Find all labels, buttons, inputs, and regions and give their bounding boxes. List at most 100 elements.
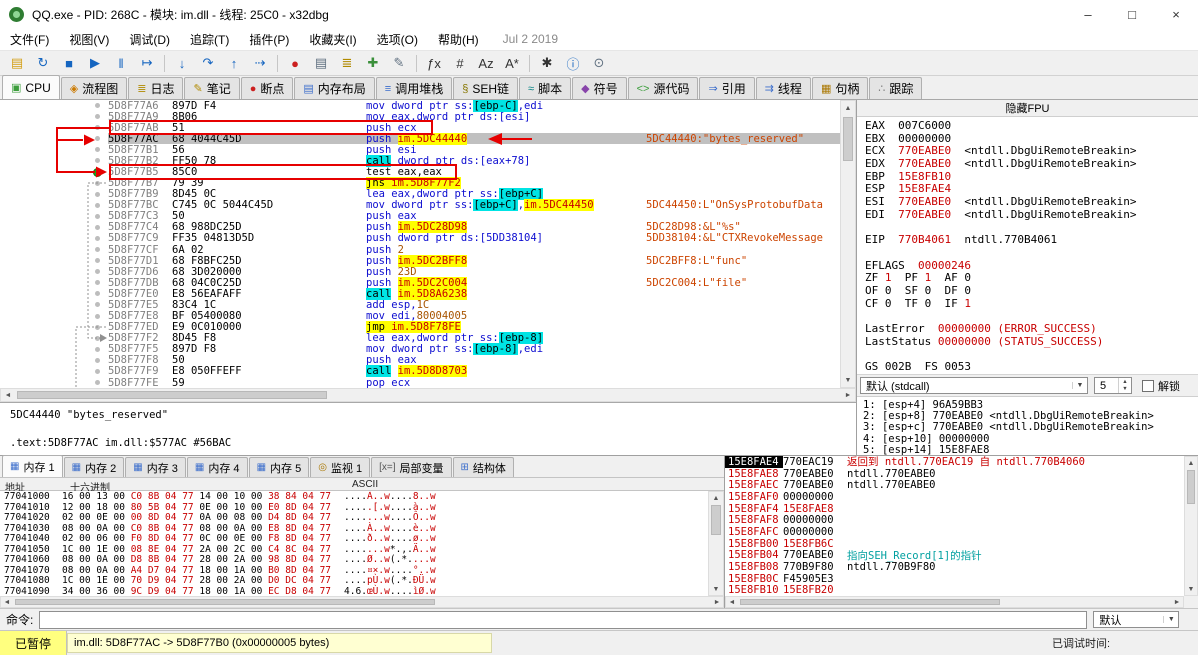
memory-dump-view[interactable]: 77041000 16 00 13 00 C0 8B 04 77 14 00 10… [0, 491, 708, 596]
gutter-dot[interactable] [95, 269, 100, 275]
run-icon[interactable]: ▶ [83, 52, 107, 74]
disasm-row[interactable]: 5D8F77B2 FF50 78 call dword ptr ds:[eax+78… [0, 154, 840, 167]
gutter-dot[interactable] [95, 191, 100, 197]
stack-row[interactable]: 15E8FAF0 00000000 [725, 491, 1184, 503]
step-out-icon[interactable]: ↑ [222, 52, 246, 74]
arg-count-stepper[interactable]: 5 ▲ ▼ [1094, 377, 1132, 394]
gutter-dot[interactable] [95, 202, 100, 208]
clock-icon[interactable]: ⊙ [587, 52, 611, 74]
command-profile-select[interactable]: 默认 ▼ [1093, 611, 1180, 628]
dump-row[interactable]: 77041040 02 00 06 00 F0 8D 04 77 0C 00 0E… [0, 533, 708, 544]
dump-row[interactable]: 77041080 1C 00 1E 00 70 D9 04 77 28 00 2A… [0, 575, 708, 586]
disasm-row[interactable]: 5D8F77BC C745 0C 5044C45D mov dword ptr ss… [0, 199, 840, 212]
register-line[interactable]: EBX 00000000 [865, 132, 1198, 145]
hide-fpu-button[interactable]: 隐藏FPU [857, 100, 1198, 117]
breakpoint-gutter[interactable] [0, 200, 108, 211]
gutter-dot[interactable] [95, 147, 100, 153]
breakpoint-gutter[interactable] [0, 100, 108, 111]
comment-icon[interactable]: ✎ [387, 52, 411, 74]
breakpoint-gutter[interactable] [0, 189, 108, 200]
disasm-row[interactable]: 5D8F77C4 68 988DC25D push im.5DC28D98 5DC28… [0, 221, 840, 234]
gutter-dot[interactable] [95, 346, 100, 352]
breakpoint-gutter[interactable] [0, 355, 108, 366]
register-line[interactable]: EIP 770B4061 ntdll.770B4061 [865, 233, 1198, 246]
dump-row[interactable]: 77041010 12 00 18 00 80 5B 04 77 0E 00 10… [0, 502, 708, 513]
register-line[interactable]: ESI 770EABE0 <ntdll.DbgUiRemoteBreakin> [865, 195, 1198, 208]
disasm-row[interactable]: 5D8F77A9 8B06 mov eax,dword ptr ds:[esi] [0, 111, 840, 123]
breakpoint-gutter[interactable] [0, 144, 108, 155]
disasm-row[interactable]: 5D8F77D1 68 F8BFC25D push im.5DC2BFF8 5DC2B… [0, 254, 840, 267]
register-line[interactable]: EDX 770EABE0 <ntdll.DbgUiRemoteBreakin> [865, 157, 1198, 170]
stack-row[interactable]: 15E8FAFC 00000000 [725, 526, 1184, 538]
log-icon[interactable]: ≣ [335, 52, 359, 74]
dump-row[interactable]: 77041020 02 00 0E 00 00 8D 04 77 0A 00 08… [0, 512, 708, 523]
gutter-dot[interactable] [95, 313, 100, 319]
gutter-dot[interactable] [95, 357, 100, 363]
disasm-vscrollbar[interactable]: ▲ ▼ [840, 100, 856, 388]
disasm-row[interactable]: 5D8F77B1 56 push esi [0, 144, 840, 156]
scroll-down-icon[interactable]: ▼ [841, 373, 855, 387]
disasm-row[interactable]: 5D8F77DB 68 04C0C25D push im.5DC2C004 5DC2C… [0, 276, 840, 289]
gutter-dot[interactable] [95, 280, 100, 286]
disasm-row[interactable]: 5D8F77AC 68 4044C45D push im.5DC44440 5DC44… [0, 132, 840, 145]
register-line[interactable]: ECX 770EABE0 <ntdll.DbgUiRemoteBreakin> [865, 144, 1198, 157]
scroll-left-icon[interactable]: ◄ [1, 389, 15, 401]
disasm-row[interactable]: 5D8F77C3 50 push eax [0, 210, 840, 222]
scroll-up-icon[interactable]: ▲ [1185, 457, 1197, 469]
dump-row[interactable]: 77041090 34 00 36 00 9C D9 04 77 18 00 1A… [0, 586, 708, 597]
breakpoint-gutter[interactable] [0, 344, 108, 355]
disasm-row[interactable]: 5D8F77F2 8D45 F8 lea eax,dword ptr ss:[ebp… [0, 332, 840, 345]
breakpoint-gutter[interactable] [0, 288, 108, 299]
dump-hscroll-thumb[interactable] [15, 599, 435, 605]
tab-call-stack[interactable]: ≡ 调用堆栈 [375, 77, 453, 99]
tab-symbols[interactable]: ◆ 符号 [572, 77, 627, 99]
disasm-row[interactable]: 5D8F77D6 68 3D020000 push 23D [0, 266, 840, 278]
step-into-icon[interactable]: ↓ [170, 52, 194, 74]
stack-row[interactable]: 15E8FAF4 15E8FAE8 [725, 503, 1184, 515]
breakpoint-gutter[interactable] [0, 366, 108, 377]
disasm-hscrollbar[interactable]: ◄ ► [0, 388, 856, 402]
stack-row[interactable]: 15E8FAE4 770EAC19 返回到 ntdll.770EAC19 自 ntd… [725, 456, 1184, 468]
dump-row[interactable]: 77041070 08 00 0A 00 A4 D7 04 77 18 00 1A… [0, 565, 708, 576]
unlock-checkbox[interactable] [1142, 379, 1154, 392]
breakpoint-gutter[interactable] [0, 211, 108, 222]
pause-icon[interactable]: ‖ [109, 52, 133, 74]
info-icon[interactable]: ⓘ [561, 52, 585, 74]
disasm-row[interactable]: 5D8F77F8 50 push eax [0, 354, 840, 366]
arguments-view[interactable]: 1: [esp+4] 96A59BB3 2: [esp+8] 770EABE0 <… [857, 396, 1198, 455]
register-line[interactable]: EDI 770EABE0 <ntdll.DbgUiRemoteBreakin> [865, 208, 1198, 221]
breakpoint-gutter[interactable] [0, 299, 108, 310]
menu-item-4[interactable]: 插件(P) [239, 28, 299, 50]
register-line[interactable]: EFLAGS 00000246 [865, 259, 1198, 272]
gutter-dot[interactable] [95, 224, 100, 230]
dump-row[interactable]: 77041000 16 00 13 00 C0 8B 04 77 14 00 10… [0, 491, 708, 502]
breakpoint-gutter[interactable] [0, 333, 108, 344]
stack-view[interactable]: 15E8FAE4 770EAC19 返回到 ntdll.770EAC19 自 ntd… [725, 456, 1184, 596]
breakpoint-gutter[interactable] [0, 377, 108, 388]
tab-references[interactable]: ⇒ 引用 [699, 77, 755, 99]
fx-icon[interactable]: ƒx [422, 52, 446, 74]
tab-threads[interactable]: ⇉ 线程 [755, 77, 811, 99]
scroll-right-icon[interactable]: ► [1171, 597, 1183, 607]
breakpoint-gutter[interactable] [0, 244, 108, 255]
menu-item-3[interactable]: 追踪(T) [180, 28, 239, 50]
minimize-button[interactable]: – [1066, 0, 1110, 28]
menu-item-6[interactable]: 选项(O) [367, 28, 428, 50]
register-line[interactable]: LastError 00000000 (ERROR_SUCCESS) [865, 322, 1198, 335]
register-line[interactable]: LastStatus 00000000 (STATUS_SUCCESS) [865, 335, 1198, 348]
memtab-struct[interactable]: ⊞ 结构体 [452, 457, 514, 477]
tab-cpu[interactable]: ▣ CPU [2, 75, 60, 99]
tab-memory-map[interactable]: ▤ 内存布局 [294, 77, 375, 99]
breakpoint-gutter[interactable] [0, 122, 108, 133]
disasm-row[interactable]: 5D8F77AB 51 push ecx [0, 122, 840, 134]
stack-vscroll-thumb[interactable] [1187, 470, 1195, 504]
breakpoint-gutter[interactable] [0, 233, 108, 244]
tab-notes[interactable]: ✎ 笔记 [184, 77, 240, 99]
step-over-icon[interactable]: ↷ [196, 52, 220, 74]
dump-vscrollbar[interactable]: ▲ ▼ [708, 491, 724, 596]
stepper-arrows[interactable]: ▲ ▼ [1118, 378, 1131, 393]
disasm-row[interactable]: 5D8F77B9 8D45 0C lea eax,dword ptr ss:[ebp… [0, 188, 840, 201]
menu-item-2[interactable]: 调试(D) [119, 28, 180, 50]
gutter-dot[interactable] [95, 335, 100, 341]
memtab-dump3[interactable]: ▦ 内存 3 [125, 457, 186, 477]
